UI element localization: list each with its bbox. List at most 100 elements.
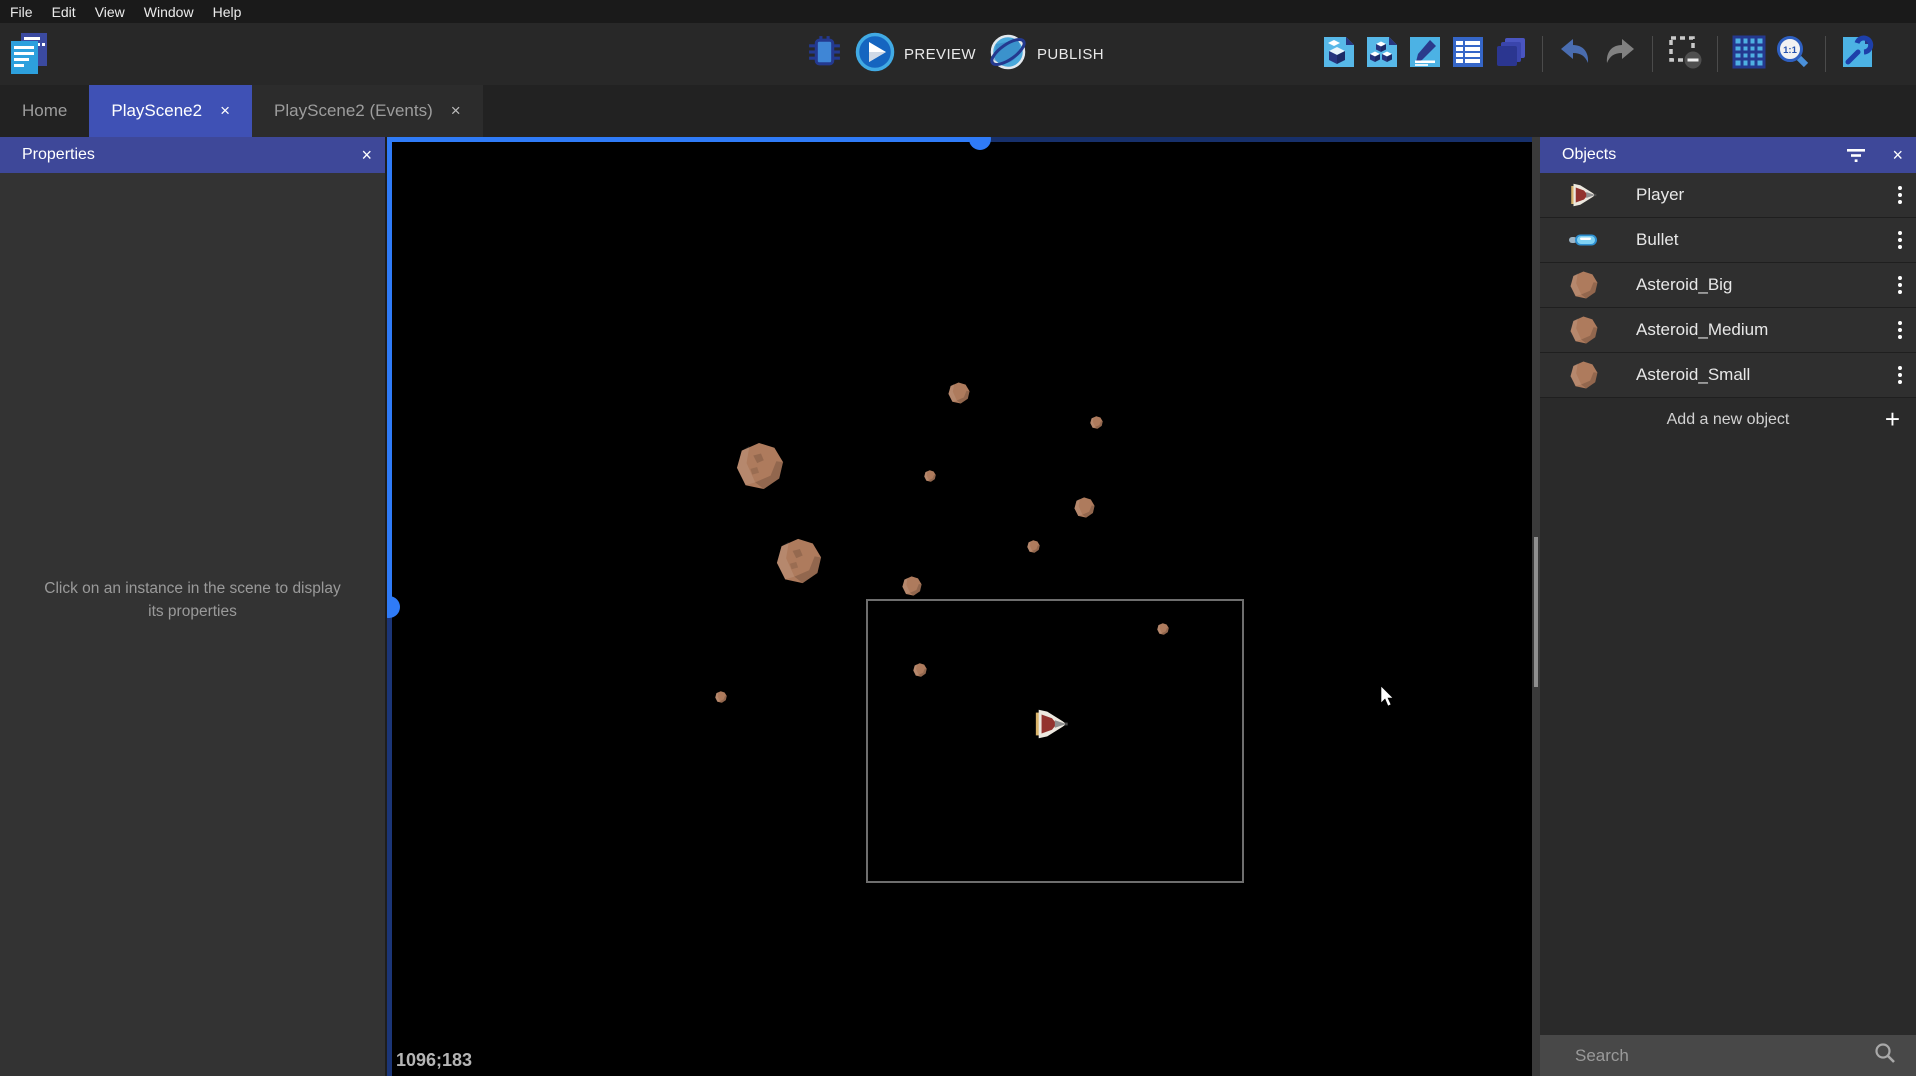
- editor-settings-button[interactable]: [1840, 35, 1874, 74]
- redo-icon: [1602, 35, 1638, 74]
- scene-instance-asteroid_big[interactable]: [736, 442, 784, 495]
- properties-title: Properties: [22, 146, 95, 164]
- selection-mask-button[interactable]: [1667, 34, 1703, 75]
- objects-editor-button[interactable]: [1365, 35, 1399, 74]
- menu-view[interactable]: View: [95, 4, 125, 20]
- preview-button[interactable]: PREVIEW: [855, 32, 976, 76]
- scene-instance-player[interactable]: [1033, 705, 1071, 748]
- scene-instance-asteroid_small[interactable]: [715, 690, 727, 708]
- group-editor-button[interactable]: [1408, 35, 1442, 74]
- canvas-right-scrollbar-thumb[interactable]: [1534, 537, 1538, 687]
- tab-playscene2[interactable]: PlayScene2 ×: [89, 85, 252, 137]
- object-menu-dots-icon[interactable]: [1898, 231, 1902, 249]
- tab-bar: Home PlayScene2 × PlayScene2 (Events) ×: [0, 85, 1916, 137]
- project-manager-button[interactable]: [9, 31, 49, 81]
- objects-header: Objects ×: [1540, 137, 1916, 173]
- object-menu-dots-icon[interactable]: [1898, 276, 1902, 294]
- object-menu-dots-icon[interactable]: [1898, 186, 1902, 204]
- redo-button[interactable]: [1602, 35, 1638, 74]
- objects-list: Player Bullet Asteroid_Big Asteroid_Medium A…: [1540, 173, 1916, 442]
- objects-editor-icon: [1365, 35, 1399, 74]
- scene-instance-asteroid_medium[interactable]: [902, 576, 922, 601]
- scene-properties-button[interactable]: [1322, 35, 1356, 74]
- grid-icon: [1732, 35, 1766, 74]
- gdevelop-window: File Edit View Window Help: [0, 0, 1916, 1076]
- properties-panel: Properties × Click on an instance in the…: [0, 137, 385, 1076]
- instances-list-icon: [1451, 35, 1485, 74]
- tab-home-label: Home: [22, 101, 67, 121]
- instances-list-button[interactable]: [1451, 35, 1485, 74]
- tab-playscene2-label: PlayScene2: [111, 101, 202, 121]
- tab-playscene2-events[interactable]: PlayScene2 (Events) ×: [252, 85, 483, 137]
- toolbar-separator: [1652, 36, 1653, 72]
- object-name: Asteroid_Small: [1636, 365, 1750, 385]
- layers-editor-button[interactable]: [1494, 35, 1528, 74]
- toolbar-separator: [1717, 36, 1718, 72]
- object-row-asteroid_medium[interactable]: Asteroid_Medium: [1540, 308, 1916, 353]
- horizontal-scroll-handle[interactable]: [969, 137, 991, 150]
- object-name: Bullet: [1636, 230, 1679, 250]
- plus-icon[interactable]: +: [1885, 406, 1900, 432]
- object-menu-dots-icon[interactable]: [1898, 366, 1902, 384]
- scene-instance-asteroid_medium[interactable]: [948, 382, 970, 409]
- publish-label: PUBLISH: [1037, 46, 1104, 63]
- objects-search-bar: [1540, 1035, 1916, 1076]
- object-row-asteroid_small[interactable]: Asteroid_Small: [1540, 353, 1916, 398]
- scene-instance-asteroid_small[interactable]: [1027, 540, 1040, 558]
- scene-properties-icon: [1322, 35, 1356, 74]
- object-row-bullet[interactable]: Bullet: [1540, 218, 1916, 263]
- tab-playscene2-events-label: PlayScene2 (Events): [274, 101, 433, 121]
- properties-header: Properties ×: [0, 137, 385, 173]
- objects-close-icon[interactable]: ×: [1892, 146, 1903, 164]
- menu-help[interactable]: Help: [213, 4, 242, 20]
- undo-button[interactable]: [1557, 35, 1593, 74]
- asteroid-icon: [1566, 361, 1602, 389]
- preview-play-icon: [855, 32, 895, 76]
- vertical-scroll-handle[interactable]: [387, 596, 400, 618]
- object-row-asteroid_big[interactable]: Asteroid_Big: [1540, 263, 1916, 308]
- scene-instance-asteroid_medium[interactable]: [1074, 497, 1095, 523]
- tab-home[interactable]: Home: [0, 85, 89, 137]
- cursor-coordinates: 1096;183: [396, 1050, 472, 1071]
- asteroid-icon: [1566, 316, 1602, 344]
- scene-instance-asteroid_small[interactable]: [924, 469, 936, 487]
- scene-instance-asteroid_small[interactable]: [913, 663, 927, 682]
- object-name: Player: [1636, 185, 1684, 205]
- properties-close-icon[interactable]: ×: [361, 146, 372, 164]
- publish-button[interactable]: PUBLISH: [988, 32, 1104, 76]
- properties-empty-message: Click on an instance in the scene to dis…: [35, 577, 350, 623]
- add-new-object-button[interactable]: Add a new object+: [1540, 398, 1916, 442]
- object-row-player[interactable]: Player: [1540, 173, 1916, 218]
- scene-instance-asteroid_big[interactable]: [776, 538, 822, 589]
- canvas-left-scroll-line: [387, 137, 392, 607]
- filter-icon[interactable]: [1846, 148, 1866, 163]
- scene-canvas[interactable]: 1096;183: [387, 137, 1532, 1076]
- canvas-right-scrollbar: [1532, 137, 1540, 1076]
- objects-title: Objects: [1562, 146, 1616, 164]
- tab-close-icon[interactable]: ×: [220, 101, 230, 121]
- objects-panel: Objects × Player Bullet Asteroid_Big Astero…: [1540, 137, 1916, 1076]
- search-input[interactable]: [1540, 1045, 1874, 1067]
- toolbar-center: PREVIEW PUBLISH: [806, 30, 1104, 78]
- toolbar-right: 1:1: [1322, 30, 1874, 78]
- mouse-cursor: [1380, 686, 1396, 713]
- object-menu-dots-icon[interactable]: [1898, 321, 1902, 339]
- menu-edit[interactable]: Edit: [52, 4, 76, 20]
- search-icon: [1874, 1042, 1896, 1069]
- menu-window[interactable]: Window: [144, 4, 194, 20]
- debugger-icon: [806, 33, 843, 75]
- grid-button[interactable]: [1732, 35, 1766, 74]
- menu-file[interactable]: File: [10, 4, 33, 20]
- zoom-1-1-button[interactable]: 1:1: [1775, 34, 1811, 75]
- tab-close-icon[interactable]: ×: [451, 101, 461, 121]
- menu-bar: File Edit View Window Help: [0, 0, 1916, 23]
- object-name: Asteroid_Big: [1636, 275, 1732, 295]
- layers-editor-icon: [1494, 35, 1528, 74]
- player-ship-icon: [1566, 180, 1602, 210]
- scene-instance-asteroid_small[interactable]: [1090, 416, 1103, 434]
- debugger-button[interactable]: [806, 33, 843, 75]
- canvas-top-scroll-line-rest: [980, 137, 1532, 142]
- publish-globe-icon: [988, 32, 1028, 76]
- scene-instance-asteroid_small[interactable]: [1157, 622, 1169, 640]
- preview-label: PREVIEW: [904, 46, 976, 63]
